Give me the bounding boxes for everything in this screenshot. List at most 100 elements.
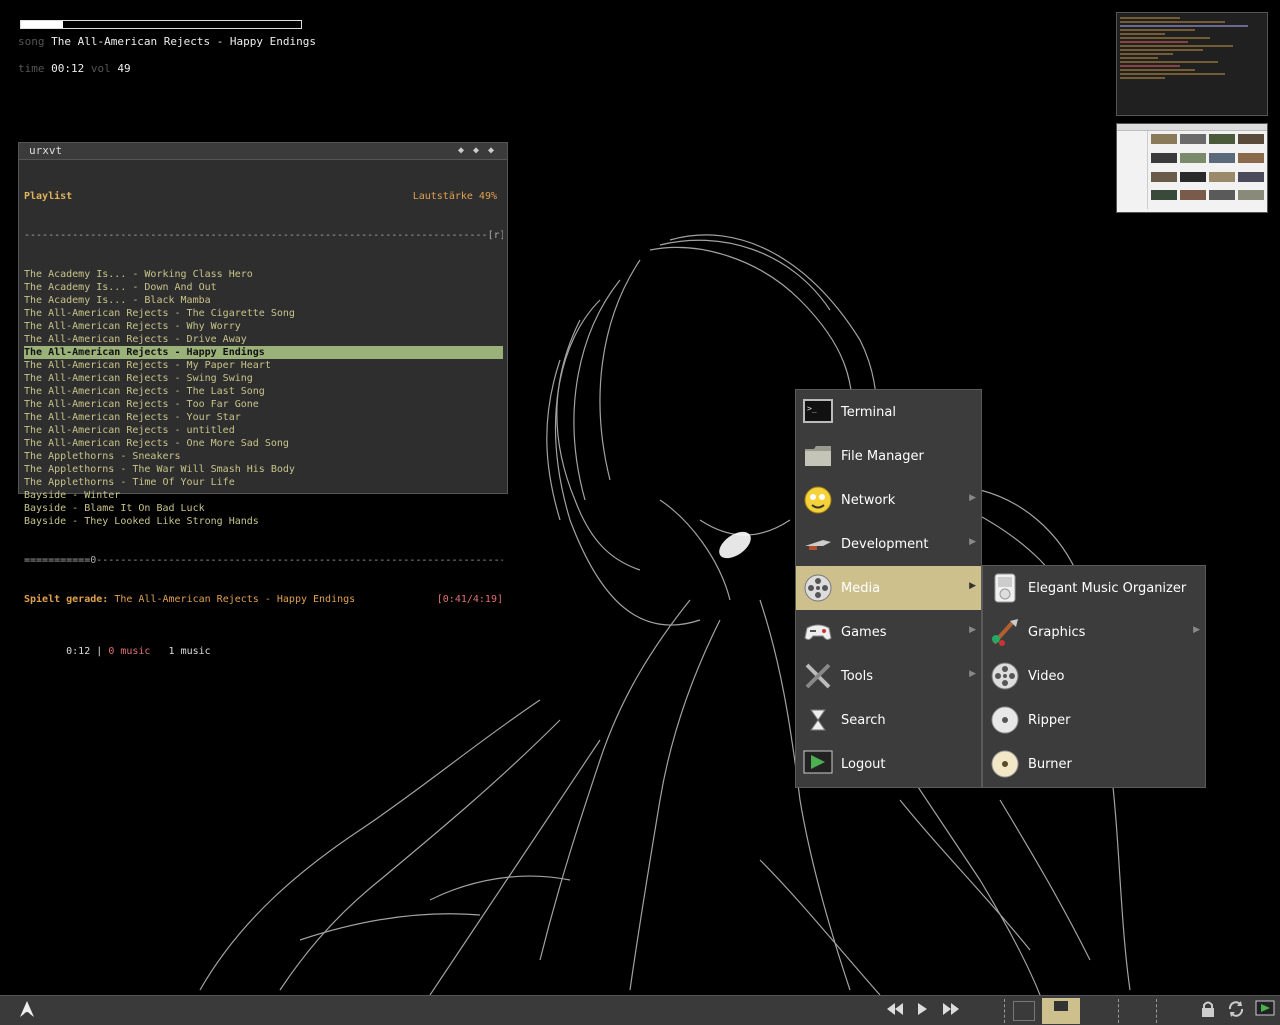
start-menu-button[interactable]	[14, 1000, 40, 1022]
music-player-icon	[989, 572, 1021, 604]
menu-item-network[interactable]: Network ▶	[796, 478, 981, 522]
playlist-track[interactable]: The Applethorns - Time Of Your Life	[24, 476, 503, 489]
menu-item-ripper[interactable]: Ripper	[983, 698, 1205, 742]
playlist-track[interactable]: The All-American Rejects - Why Worry	[24, 320, 503, 333]
menu-item-media[interactable]: Media ▶	[796, 566, 981, 610]
refresh-icon	[1227, 1000, 1245, 1022]
song-label: song	[18, 35, 45, 48]
menu-item-logout[interactable]: Logout	[796, 742, 981, 786]
menu-item-tools[interactable]: Tools ▶	[796, 654, 981, 698]
now-playing-title: The All-American Rejects - Happy Endings	[114, 594, 356, 605]
workspace-1[interactable]	[1010, 1000, 1038, 1022]
logout-tray-button[interactable]	[1254, 1000, 1276, 1022]
network-icon	[802, 484, 834, 516]
submenu-arrow-icon: ▶	[969, 581, 976, 591]
playlist-track[interactable]: The Applethorns - Sneakers	[24, 450, 503, 463]
volume-indicator: Lautstärke 49%	[412, 191, 497, 202]
media-submenu[interactable]: Elegant Music Organizer Graphics ▶ Video Rip…	[982, 565, 1206, 788]
playlist-track[interactable]: The Applethorns - The War Will Smash His…	[24, 463, 503, 476]
time-label: time	[18, 62, 45, 75]
workspace-preview	[1013, 1001, 1035, 1021]
menu-item-label: Ripper	[1028, 712, 1071, 728]
arch-logo-icon	[18, 1000, 36, 1022]
playlist-track[interactable]: The Academy Is... - Working Class Hero	[24, 268, 503, 281]
playlist-track[interactable]: The All-American Rejects - My Paper Hear…	[24, 359, 503, 372]
menu-item-graphics[interactable]: Graphics ▶	[983, 610, 1205, 654]
playlist-track[interactable]: The All-American Rejects - Drive Away	[24, 333, 503, 346]
window-buttons[interactable]: ◆◆◆	[458, 143, 503, 159]
application-menu[interactable]: >_ Terminal File Manager Network ▶ Developmen…	[795, 389, 982, 788]
submenu-arrow-icon: ▶	[1193, 625, 1200, 635]
menu-item-label: File Manager	[841, 448, 924, 464]
playlist-track[interactable]: The All-American Rejects - Your Star	[24, 411, 503, 424]
menu-item-video[interactable]: Video	[983, 654, 1205, 698]
tools-icon	[802, 660, 834, 692]
workspace-divider	[1118, 999, 1119, 1023]
menu-item-development[interactable]: Development ▶	[796, 522, 981, 566]
playlist-track[interactable]: The All-American Rejects - Happy Endings	[24, 346, 503, 359]
menu-item-search[interactable]: Search	[796, 698, 981, 742]
playlist-bottom-separator: ===========0----------------------------…	[24, 555, 503, 566]
previous-track-button[interactable]	[884, 1000, 906, 1022]
playlist-track[interactable]: Bayside - They Looked Like Strong Hands	[24, 515, 503, 528]
playlist-track[interactable]: The All-American Rejects - Too Far Gone	[24, 398, 503, 411]
menu-item-label: Search	[841, 712, 886, 728]
terminal-window[interactable]: urxvt ◆◆◆ Playlist Lautstärke 49% ------…	[18, 142, 508, 657]
playlist-track[interactable]: The Academy Is... - Down And Out	[24, 281, 503, 294]
logout-icon	[1255, 1000, 1275, 1022]
menu-item-label: Graphics	[1028, 624, 1086, 640]
playlist-track[interactable]: The All-American Rejects - One More Sad …	[24, 437, 503, 450]
workspace-2-active[interactable]	[1042, 998, 1080, 1024]
menu-item-label: Network	[841, 492, 896, 508]
menu-item-games[interactable]: Games ▶	[796, 610, 981, 654]
terminal-titlebar[interactable]: urxvt ◆◆◆	[19, 143, 507, 160]
playlist-track[interactable]: The All-American Rejects - untitled	[24, 424, 503, 437]
menu-item-elegant-music-organizer[interactable]: Elegant Music Organizer	[983, 566, 1205, 610]
hourglass-icon	[802, 704, 834, 736]
now-playing-overlay: song The All-American Rejects - Happy En…	[18, 20, 316, 75]
terminal-icon: >_	[802, 396, 834, 428]
status-music-filtered: 0 music	[108, 646, 151, 657]
play-button[interactable]	[913, 1000, 931, 1022]
playlist-track[interactable]: The All-American Rejects - The Last Song	[24, 385, 503, 398]
now-playing-label: Spielt gerade:	[24, 594, 109, 605]
vol-value: 49	[117, 62, 131, 75]
playlist-title: Playlist	[24, 191, 73, 202]
playlist-track[interactable]: Bayside - Winter	[24, 489, 503, 502]
playlist-track[interactable]: The All-American Rejects - Swing Swing	[24, 372, 503, 385]
window-thumbnail-editor[interactable]	[1116, 12, 1268, 116]
next-track-button[interactable]	[940, 1000, 962, 1022]
folder-icon	[802, 440, 834, 472]
menu-item-label: Development	[841, 536, 929, 552]
menu-item-label: Burner	[1028, 756, 1072, 772]
menu-item-terminal[interactable]: >_ Terminal	[796, 390, 981, 434]
playlist-track[interactable]: Bayside - Blame It On Bad Luck	[24, 502, 503, 515]
window-thumbnail-file-manager[interactable]	[1116, 123, 1268, 213]
cd-icon	[989, 704, 1021, 736]
development-icon	[802, 528, 834, 560]
vol-label: vol	[90, 62, 111, 75]
playlist-view[interactable]: Playlist Lautstärke 49% ----------------…	[19, 160, 507, 697]
menu-item-label: Terminal	[841, 404, 896, 420]
track-position: [0:41/4:19]	[436, 594, 503, 605]
refresh-button[interactable]	[1225, 1000, 1247, 1022]
menu-item-file-manager[interactable]: File Manager	[796, 434, 981, 478]
menu-item-burner[interactable]: Burner	[983, 742, 1205, 786]
logout-icon	[802, 748, 834, 780]
workspace-divider	[1156, 999, 1157, 1023]
lock-screen-button[interactable]	[1198, 1000, 1218, 1022]
playlist-top-separator: ----------------------------------------…	[24, 230, 503, 241]
terminal-title: urxvt	[29, 144, 63, 157]
song-title: The All-American Rejects - Happy Endings	[51, 35, 317, 48]
playlist-track[interactable]: The Academy Is... - Black Mamba	[24, 294, 503, 307]
playlist-track[interactable]: The All-American Rejects - The Cigarette…	[24, 307, 503, 320]
status-time: 0:12 |	[60, 646, 103, 657]
submenu-arrow-icon: ▶	[969, 669, 976, 679]
film-reel-icon	[989, 660, 1021, 692]
paintbrush-icon	[989, 616, 1021, 648]
taskbar	[0, 995, 1280, 1025]
gamepad-icon	[802, 616, 834, 648]
menu-item-label: Logout	[841, 756, 886, 772]
menu-item-label: Media	[841, 580, 881, 596]
track-list[interactable]: The Academy Is... - Working Class Hero Th…	[24, 268, 503, 528]
